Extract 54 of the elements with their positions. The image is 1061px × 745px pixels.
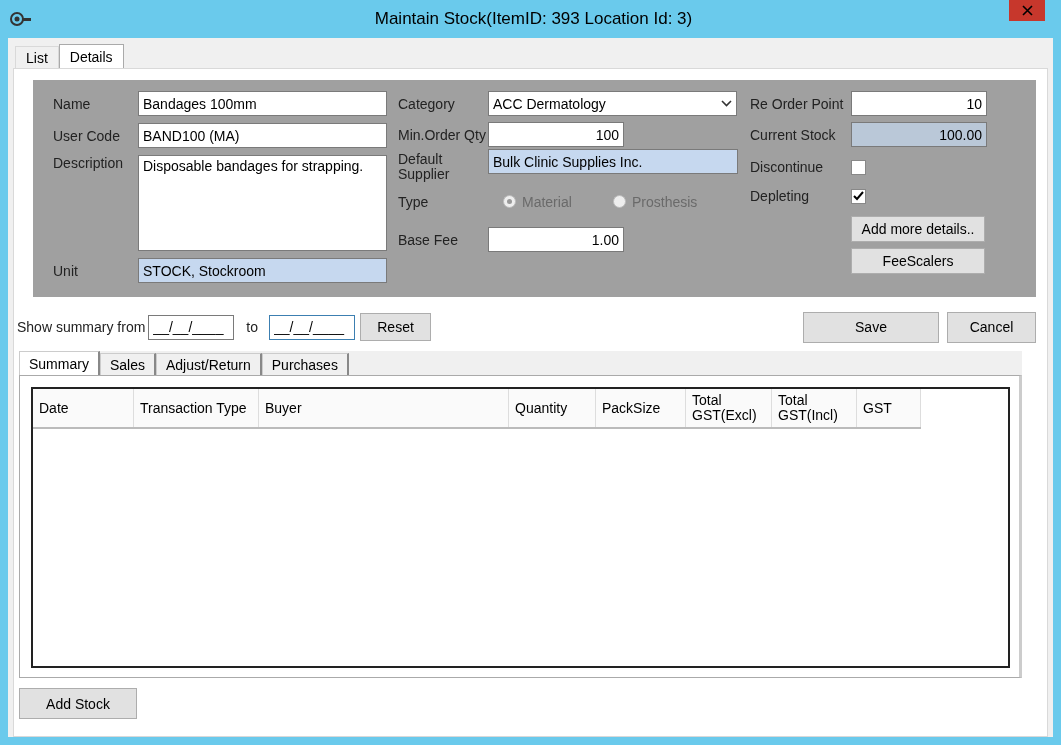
column-header[interactable]: Total GST(Excl): [686, 389, 772, 427]
column-header[interactable]: Buyer: [259, 389, 509, 427]
filter-label: Show summary from: [17, 319, 146, 335]
column-header[interactable]: Quantity: [509, 389, 596, 427]
panel-button[interactable]: Add more details..: [851, 216, 985, 242]
field-label: Name: [53, 95, 92, 112]
field-label: Discontinue: [750, 159, 825, 175]
field-label: Min.Order Qty: [398, 126, 487, 143]
field-label: Current Stock: [750, 126, 837, 143]
caret-icon: [721, 100, 732, 107]
field-label: Re Order Point: [750, 95, 845, 112]
column-header[interactable]: GST: [857, 389, 921, 427]
cancel-button[interactable]: Cancel: [947, 311, 1036, 343]
add-stock-button[interactable]: Add Stock: [19, 688, 137, 719]
reset-button[interactable]: Reset: [360, 313, 432, 341]
date-field[interactable]: __/__/____: [269, 314, 356, 340]
window-title: Maintain Stock(ItemID: 393 Location Id: 3): [373, 9, 694, 29]
tab[interactable]: Sales: [99, 353, 156, 375]
field-label: Default Supplier: [398, 151, 451, 183]
close-button[interactable]: [1009, 0, 1045, 21]
field-label: Type: [398, 193, 430, 210]
column-header[interactable]: Transaction Type: [134, 389, 259, 427]
checkbox[interactable]: [851, 188, 866, 204]
description-field[interactable]: Disposable bandages for strapping.: [138, 155, 387, 251]
tab[interactable]: Details: [58, 44, 124, 68]
save-button[interactable]: Save: [803, 311, 939, 343]
panel-button[interactable]: FeeScalers: [851, 248, 985, 274]
date-field[interactable]: __/__/____: [148, 314, 235, 340]
category-dropdown[interactable]: ACC Dermatology: [488, 91, 737, 116]
supplier-field[interactable]: Bulk Clinic Supplies Inc.: [488, 149, 738, 174]
field-label: Category: [398, 95, 456, 112]
current-stock-field[interactable]: 100.00: [851, 122, 987, 147]
base-fee-field[interactable]: 1.00: [488, 227, 624, 252]
reorder-point-field[interactable]: 10: [851, 91, 987, 116]
checkbox[interactable]: [851, 159, 866, 175]
column-header[interactable]: PackSize: [596, 389, 686, 427]
key-icon: [10, 11, 32, 27]
tab[interactable]: Purchases: [261, 353, 349, 375]
close-icon: [1021, 5, 1033, 16]
column-header[interactable]: Date: [33, 389, 134, 427]
field-label: User Code: [53, 127, 121, 144]
name-field[interactable]: Bandages 100mm: [138, 91, 387, 116]
column-header[interactable]: Total GST(Incl): [772, 389, 857, 427]
filter-label: to: [246, 319, 259, 335]
field-label: Base Fee: [398, 231, 459, 248]
unit-field[interactable]: STOCK, Stockroom: [138, 258, 387, 283]
tab[interactable]: Adjust/Return: [155, 353, 262, 375]
field-label: Description: [53, 155, 125, 171]
field-label: Depleting: [750, 188, 811, 204]
user-code-field[interactable]: BAND100 (MA): [138, 123, 387, 148]
min-order-qty-field[interactable]: 100: [488, 122, 624, 147]
tab[interactable]: Summary: [19, 351, 100, 375]
field-label: Unit: [53, 262, 79, 279]
tab[interactable]: List: [15, 46, 59, 68]
